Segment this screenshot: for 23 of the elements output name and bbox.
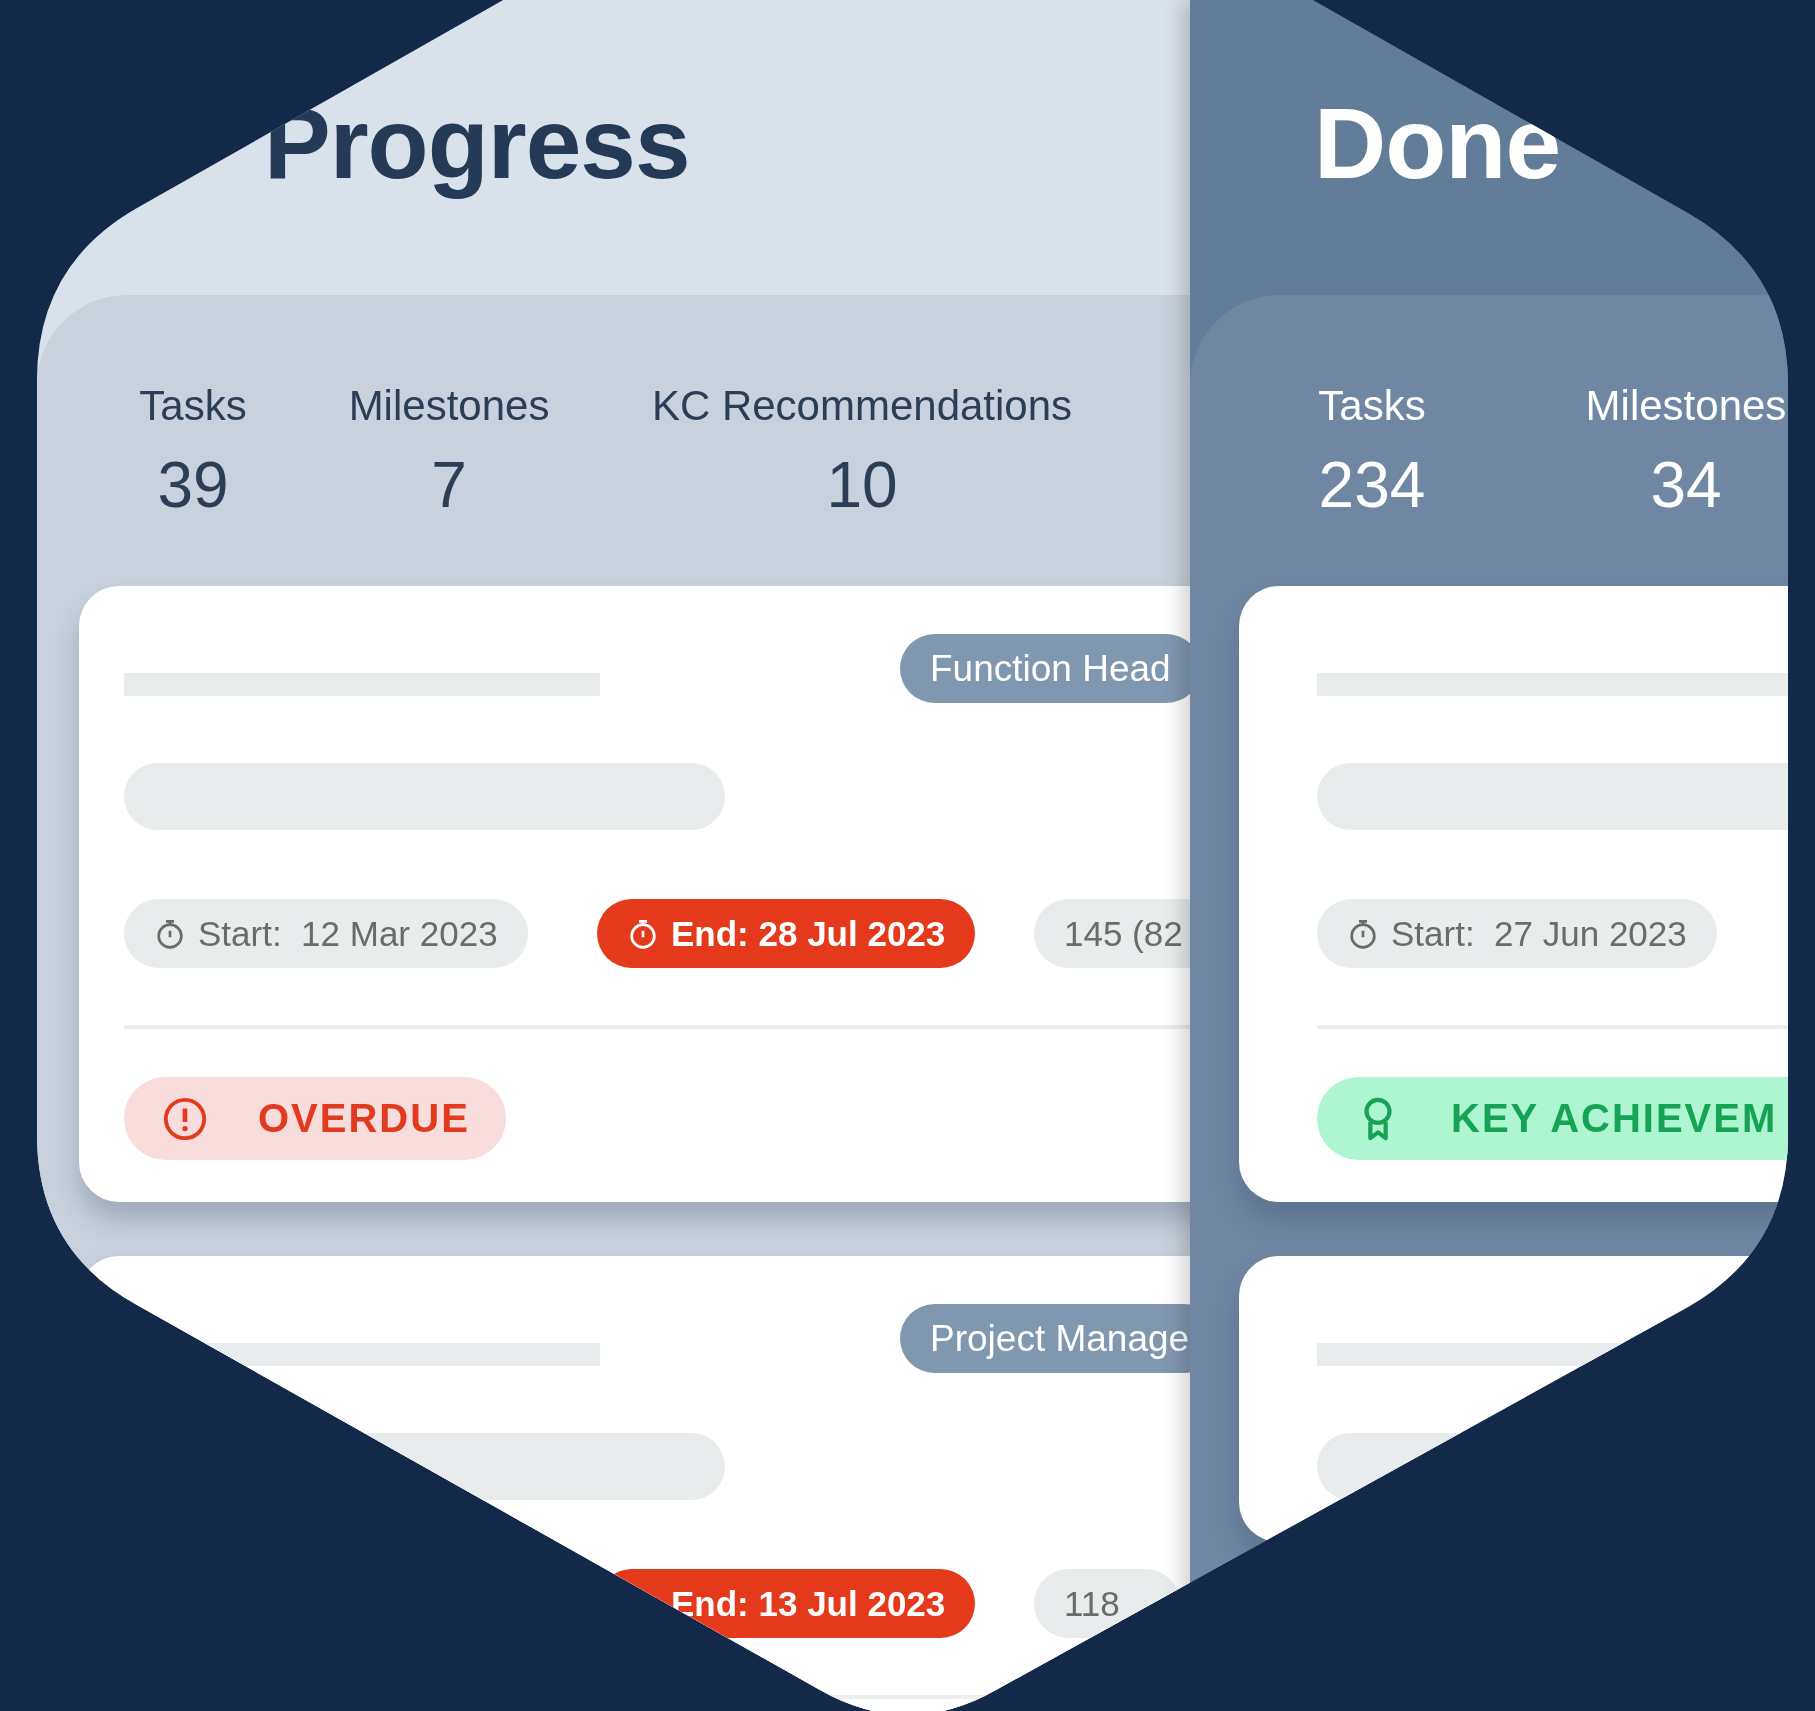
start-tag: Start: 27 Jun 2023 [1317, 899, 1717, 968]
stat-label: Milestones [348, 381, 550, 431]
end-tag: End: 28 Jul 2023 [597, 899, 976, 968]
stat-label: Tasks [139, 381, 247, 431]
stat-value: 7 [431, 449, 467, 521]
stopwatch-icon [154, 917, 186, 950]
role-tag: Project Manage [900, 1304, 1190, 1373]
stat-value: 39 [157, 449, 229, 521]
stat-value: 34 [1650, 449, 1722, 521]
start-tag: Start: 12 Mar 2023 [124, 899, 528, 968]
stopwatch-icon [1347, 917, 1379, 950]
stopwatch-icon [627, 917, 659, 950]
column-title: Progress [264, 87, 690, 198]
alert-icon [162, 1095, 208, 1142]
stat-label: KC Recommendations [651, 381, 1073, 431]
role-tag: Function Head [900, 634, 1190, 703]
stat-label: Milestones [1585, 381, 1787, 431]
column-title: Done [1314, 87, 1560, 198]
stat-value: 234 [1318, 449, 1426, 521]
stat-label: Tasks [1318, 381, 1426, 431]
stat-value: 10 [826, 449, 898, 521]
status-tag: OVERDUE [124, 1077, 506, 1160]
count-tag: 145 (82 [1034, 899, 1190, 968]
